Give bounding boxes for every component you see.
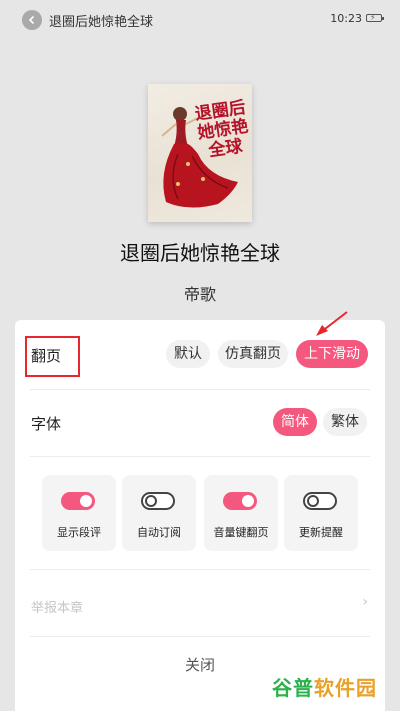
book-title: 退圈后她惊艳全球 [120, 241, 280, 265]
watermark-part1: 谷普 [272, 676, 314, 700]
annotation-highlight-box [25, 336, 80, 377]
settings-panel: 翻页 默认 仿真翻页 上下滑动 字体 简体 繁体 显示段评 自动订阅 音量键翻页… [15, 320, 385, 711]
page-turn-option-default[interactable]: 默认 [166, 340, 210, 368]
report-chapter-button[interactable]: 举报本章 [31, 597, 83, 616]
divider [30, 569, 370, 570]
toggle-switch[interactable] [223, 492, 257, 510]
toggle-label: 自动订阅 [137, 526, 181, 539]
font-option-simplified[interactable]: 简体 [273, 408, 317, 436]
toggle-switch[interactable] [141, 492, 175, 510]
toggle-switch[interactable] [61, 492, 95, 510]
battery-icon: ⚡ [366, 13, 384, 22]
toggle-card-update-reminder[interactable]: 更新提醒 [284, 475, 358, 551]
toggle-label: 更新提醒 [299, 526, 343, 539]
book-author: 帝歌 [183, 285, 216, 304]
book-cover: 退圈后她惊艳全球 [148, 84, 252, 222]
toggle-switch[interactable] [303, 492, 337, 510]
font-option-traditional[interactable]: 繁体 [323, 408, 367, 436]
page-title: 退圈后她惊艳全球 [49, 15, 154, 30]
chevron-right-icon: › [362, 594, 368, 610]
top-bar: 退圈后她惊艳全球 10:23 ⚡ [0, 0, 400, 40]
annotation-arrow-icon [316, 311, 348, 336]
page-turn-option-simulated[interactable]: 仿真翻页 [218, 340, 288, 368]
watermark-part2: 软件园 [314, 676, 377, 700]
toggle-card-show-comments[interactable]: 显示段评 [42, 475, 116, 551]
toggle-label: 显示段评 [57, 526, 101, 539]
chevron-left-icon [28, 15, 35, 25]
watermark: 谷普软件园 [272, 672, 392, 702]
toggle-card-auto-subscribe[interactable]: 自动订阅 [122, 475, 196, 551]
font-label: 字体 [31, 415, 62, 433]
toggle-card-volume-key-paging[interactable]: 音量键翻页 [204, 475, 278, 551]
cover-title: 退圈后她惊艳全球 [193, 97, 250, 162]
back-button[interactable] [22, 10, 42, 30]
status-time: 10:23 [330, 12, 362, 25]
toggle-label: 音量键翻页 [213, 526, 269, 539]
page-turn-option-vertical-scroll[interactable]: 上下滑动 [296, 340, 368, 368]
divider [30, 456, 370, 457]
divider [30, 389, 370, 390]
divider [30, 636, 370, 637]
